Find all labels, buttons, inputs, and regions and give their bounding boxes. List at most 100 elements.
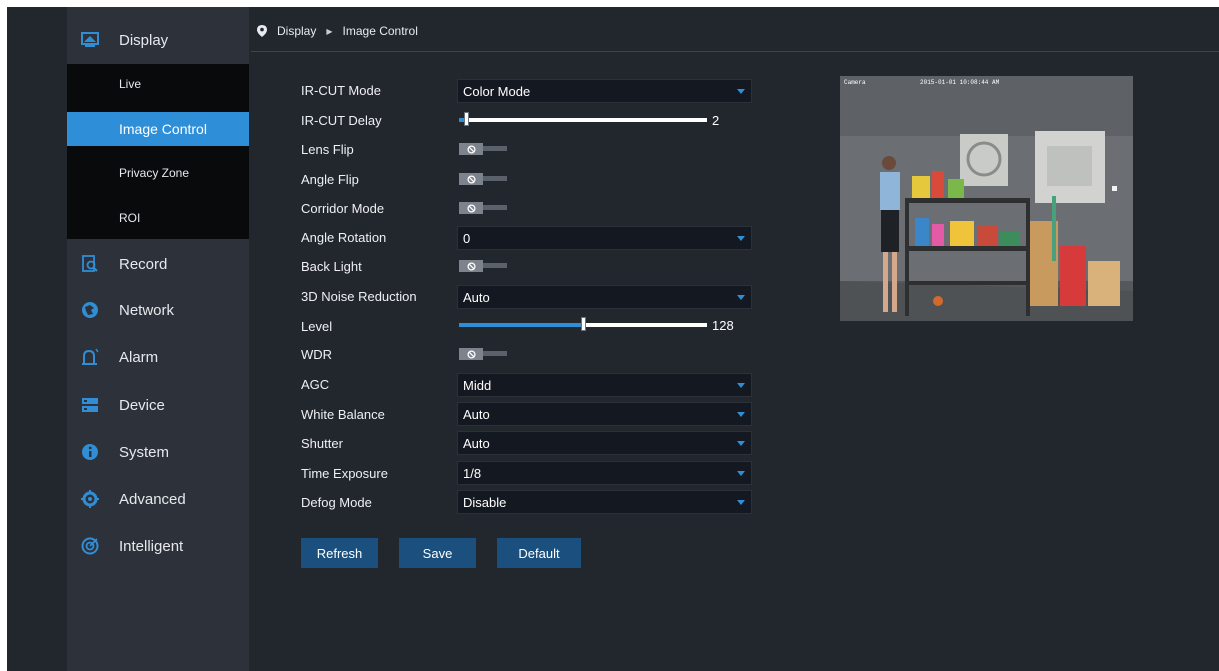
- sidebar-item-label: Advanced: [119, 490, 186, 508]
- record-icon: [81, 255, 99, 273]
- app-frame: Display Live Image Control Privacy Zone …: [7, 7, 1219, 671]
- level-slider[interactable]: [459, 317, 707, 333]
- sidebar-item-label: System: [119, 443, 170, 461]
- sidebar-item-label: Intelligent: [119, 537, 184, 555]
- angle-rotation-label: Angle Rotation: [301, 230, 387, 245]
- ir-cut-mode-label: IR-CUT Mode: [301, 83, 381, 98]
- camera-timestamp: 2015-01-01 10:08:44 AM: [920, 79, 1000, 86]
- toggle-thumb: [459, 202, 483, 214]
- level-value: 128: [712, 318, 734, 333]
- sidebar: Display Live Image Control Privacy Zone …: [67, 7, 249, 671]
- toggle-thumb: [459, 173, 483, 185]
- submenu-item-image-control[interactable]: Image Control: [67, 112, 249, 146]
- refresh-button[interactable]: Refresh: [301, 538, 378, 568]
- level-label: Level: [301, 319, 333, 334]
- corridor-mode-toggle[interactable]: [459, 202, 507, 214]
- sidebar-item-display[interactable]: Display: [67, 17, 249, 63]
- wdr-toggle[interactable]: [459, 348, 507, 360]
- location-pin-icon: [257, 25, 267, 37]
- slider-track: [459, 118, 707, 122]
- submenu-item-label: ROI: [119, 211, 141, 225]
- back-light-toggle[interactable]: [459, 260, 507, 272]
- toggle-thumb: [459, 348, 483, 360]
- live-preview: Camera 2015-01-01 10:08:44 AM: [840, 76, 1133, 321]
- agc-label: AGC: [301, 377, 330, 392]
- agc-select[interactable]: Midd: [457, 373, 752, 397]
- toggle-thumb: [459, 260, 483, 272]
- save-button[interactable]: Save: [399, 538, 476, 568]
- select-value: Auto: [463, 290, 490, 305]
- sidebar-item-advanced[interactable]: Advanced: [67, 476, 249, 522]
- sidebar-item-network[interactable]: Network: [67, 287, 249, 333]
- chevron-down-icon: [737, 412, 745, 417]
- sidebar-item-label: Device: [119, 396, 165, 414]
- noise-reduction-select[interactable]: Auto: [457, 285, 752, 309]
- ir-cut-delay-value: 2: [712, 113, 720, 128]
- chevron-down-icon: [737, 441, 745, 446]
- submenu-item-label: Image Control: [119, 121, 207, 137]
- breadcrumb-current: Image Control: [342, 24, 418, 38]
- wdr-label: WDR: [301, 347, 333, 362]
- gear-icon: [81, 490, 99, 508]
- ir-cut-delay-label: IR-CUT Delay: [301, 113, 382, 128]
- sidebar-item-record[interactable]: Record: [67, 241, 249, 287]
- ir-cut-mode-select[interactable]: Color Mode: [457, 79, 752, 103]
- chevron-down-icon: [737, 383, 745, 388]
- white-balance-select[interactable]: Auto: [457, 402, 752, 426]
- submenu-item-label: Privacy Zone: [119, 166, 190, 180]
- defog-mode-select[interactable]: Disable: [457, 490, 752, 514]
- back-light-label: Back Light: [301, 259, 362, 274]
- breadcrumb-arrow-icon: ▶: [326, 26, 333, 36]
- monitor-icon: [81, 31, 99, 49]
- chevron-down-icon: [737, 236, 745, 241]
- submenu-item-live[interactable]: Live: [67, 67, 249, 101]
- sidebar-item-alarm[interactable]: Alarm: [67, 334, 249, 380]
- sidebar-item-system[interactable]: System: [67, 429, 249, 475]
- chevron-down-icon: [737, 500, 745, 505]
- disabled-icon: [466, 174, 476, 184]
- sidebar-item-label: Record: [119, 255, 168, 273]
- submenu-item-roi[interactable]: ROI: [67, 201, 249, 235]
- sidebar-item-intelligent[interactable]: Intelligent: [67, 523, 249, 569]
- select-value: 0: [463, 231, 471, 246]
- time-exposure-select[interactable]: 1/8: [457, 461, 752, 485]
- sidebar-item-label: Display: [119, 31, 169, 49]
- slider-fill: [459, 323, 583, 327]
- breadcrumb: Display ▶ Image Control: [257, 21, 418, 41]
- angle-flip-label: Angle Flip: [301, 172, 359, 187]
- device-icon: [81, 396, 99, 414]
- camera-label: Camera: [844, 79, 866, 86]
- defog-mode-label: Defog Mode: [301, 495, 372, 510]
- select-value: Disable: [463, 495, 507, 510]
- disabled-icon: [466, 261, 476, 271]
- white-balance-label: White Balance: [301, 407, 385, 422]
- lens-flip-toggle[interactable]: [459, 143, 507, 155]
- network-icon: [81, 301, 99, 319]
- slider-handle[interactable]: [581, 317, 586, 331]
- disabled-icon: [466, 203, 476, 213]
- select-value: Color Mode: [463, 84, 531, 99]
- display-submenu: Live Image Control Privacy Zone ROI: [67, 64, 249, 239]
- angle-flip-toggle[interactable]: [459, 173, 507, 185]
- angle-rotation-select[interactable]: 0: [457, 226, 752, 250]
- header-divider: [251, 51, 1219, 52]
- select-value: Auto: [463, 436, 490, 451]
- select-value: Auto: [463, 407, 490, 422]
- default-button[interactable]: Default: [497, 538, 581, 568]
- breadcrumb-parent[interactable]: Display: [277, 24, 316, 38]
- alarm-icon: [81, 348, 99, 366]
- noise-reduction-label: 3D Noise Reduction: [301, 289, 417, 304]
- toggle-thumb: [459, 143, 483, 155]
- select-value: Midd: [463, 378, 492, 393]
- disabled-icon: [466, 349, 476, 359]
- chevron-down-icon: [737, 89, 745, 94]
- ir-cut-delay-slider[interactable]: [459, 112, 707, 128]
- submenu-item-label: Live: [119, 77, 142, 91]
- submenu-item-privacy-zone[interactable]: Privacy Zone: [67, 156, 249, 190]
- sidebar-item-label: Network: [119, 301, 175, 319]
- corridor-mode-label: Corridor Mode: [301, 201, 385, 216]
- shutter-select[interactable]: Auto: [457, 431, 752, 455]
- camera-scene: [840, 76, 1133, 321]
- sidebar-item-device[interactable]: Device: [67, 382, 249, 428]
- slider-handle[interactable]: [464, 112, 469, 126]
